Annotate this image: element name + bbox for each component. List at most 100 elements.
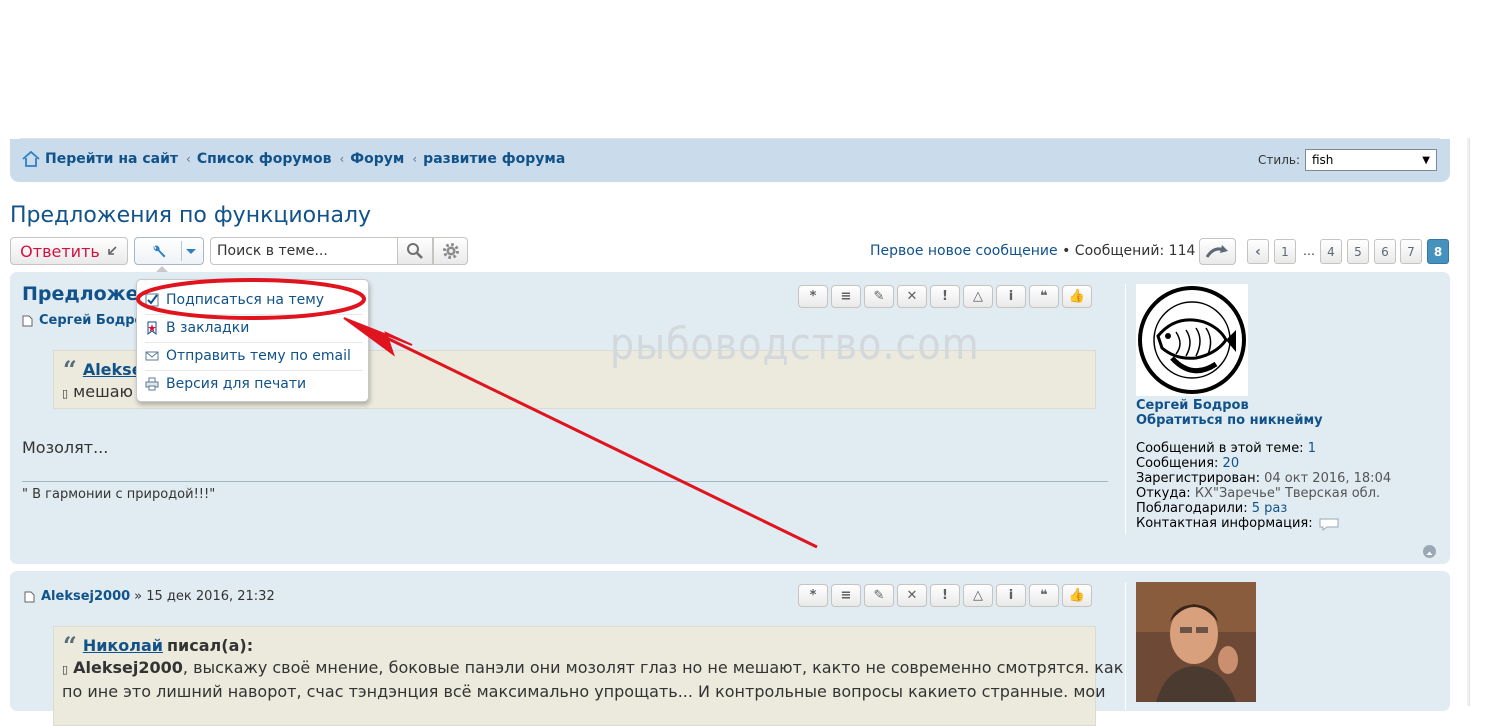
quote-author-link[interactable]: Николай	[83, 636, 163, 655]
page-ellipsis: …	[1303, 244, 1315, 258]
quote-text: ▯ мешаю	[62, 382, 133, 401]
edit-button[interactable]: ✎	[864, 584, 894, 607]
report-button[interactable]: △	[963, 285, 993, 308]
pagination-info: Первое новое сообщение • Сообщений: 114	[870, 243, 1195, 259]
back-to-top-icon[interactable]	[1423, 545, 1436, 558]
jump-arrow-icon	[1205, 245, 1228, 258]
quote-text-content: , выскажу своё мнение, боковые панэли он…	[182, 658, 1124, 677]
crumb-site[interactable]: Перейти на сайт	[45, 151, 178, 167]
post-icon[interactable]	[24, 591, 35, 603]
page-edge	[1469, 138, 1470, 706]
topic-tools-button[interactable]	[134, 237, 204, 273]
profile-username[interactable]: Сергей Бодров	[1136, 398, 1249, 413]
stat-label: Сообщения:	[1136, 456, 1219, 471]
quote-mention: Aleksej2000	[73, 658, 183, 677]
jump-to-page-button[interactable]	[1199, 238, 1236, 265]
advanced-search-button[interactable]	[433, 237, 468, 265]
avatar[interactable]	[1136, 284, 1248, 396]
page-1-button[interactable]: 1	[1274, 239, 1296, 264]
stat-label: Поблагодарили:	[1136, 501, 1248, 516]
delete-button[interactable]: ✕	[897, 285, 927, 308]
report-list-button[interactable]: ≡	[831, 285, 861, 308]
crumb-separator: ‹	[339, 152, 345, 166]
print-version-item[interactable]: Версия для печати	[145, 370, 363, 398]
stat-value: 04 окт 2016, 18:04	[1264, 471, 1392, 486]
printer-icon	[145, 377, 159, 391]
quote-button[interactable]: ❝	[1029, 584, 1059, 607]
thanks-star-button[interactable]: *	[798, 584, 828, 607]
warn-button[interactable]: !	[930, 285, 960, 308]
button-divider	[181, 241, 182, 261]
stat-label: Контактная информация:	[1136, 516, 1313, 531]
profile-mention-link[interactable]: Обратиться по никнейму	[1136, 413, 1323, 428]
page-title[interactable]: Предложения по функционалу	[10, 203, 371, 228]
quote-author-link[interactable]: Alekse	[83, 360, 143, 379]
page-5-button[interactable]: 5	[1347, 239, 1369, 264]
first-unread-link[interactable]: Первое новое сообщение	[870, 243, 1058, 259]
quote-mark-icon: “	[63, 630, 77, 660]
delete-button[interactable]: ✕	[897, 584, 927, 607]
style-select-value: fish	[1312, 153, 1334, 167]
search-button[interactable]	[397, 237, 433, 265]
stat-row: Поблагодарили: 5 раз	[1136, 501, 1391, 516]
like-button[interactable]: 👍	[1062, 285, 1092, 308]
checkbox-checked-icon	[145, 293, 159, 307]
post-author[interactable]: Сергей Бодров	[39, 313, 152, 328]
chevron-down-icon: ▼	[1422, 154, 1430, 166]
profile-divider	[1125, 583, 1126, 711]
stat-value[interactable]: 20	[1223, 456, 1240, 471]
report-list-button[interactable]: ≡	[831, 584, 861, 607]
edit-button[interactable]: ✎	[864, 285, 894, 308]
quote-mark-icon: “	[63, 354, 77, 384]
search-icon	[407, 243, 423, 259]
chevron-left-icon: ‹	[1255, 243, 1261, 260]
print-version-label: Версия для печати	[166, 376, 307, 392]
post-title[interactable]: Предложен	[22, 283, 152, 305]
quote-block: “ Николай писал(а): ▯ Aleksej2000, выска…	[53, 626, 1123, 726]
avatar-photo-image	[1136, 582, 1256, 702]
style-select[interactable]: fish ▼	[1305, 149, 1437, 171]
info-button[interactable]: i	[996, 584, 1026, 607]
post-buttons: * ≡ ✎ ✕ ! △ i ❝ 👍	[798, 285, 1092, 308]
page-4-button[interactable]: 4	[1320, 239, 1342, 264]
navbar: Перейти на сайт ‹ Список форумов ‹ Форум…	[10, 139, 1450, 182]
topic-search-input[interactable]: Поиск в теме...	[210, 237, 400, 265]
post-author[interactable]: Aleksej2000	[41, 589, 130, 604]
home-icon[interactable]	[21, 150, 41, 168]
stat-row: Откуда: КХ"Заречье" Тверская обл.	[1136, 486, 1391, 501]
stat-value[interactable]: 5 раз	[1252, 501, 1288, 516]
wrench-icon	[153, 245, 166, 258]
post-icon[interactable]	[22, 315, 33, 327]
quote-text-content: мешаю	[73, 382, 133, 401]
crumb-separator: ‹	[186, 152, 191, 166]
email-topic-item[interactable]: Отправить тему по email	[145, 342, 363, 370]
contact-bubble-icon[interactable]	[1318, 517, 1340, 531]
quote-header: “ Alekse	[63, 354, 147, 384]
post: Aleksej2000 » 15 дек 2016, 21:32 * ≡ ✎ ✕…	[10, 571, 1450, 726]
quote-text-line: ▯ Aleksej2000, выскажу своё мнение, боко…	[62, 658, 1123, 677]
bookmark-item[interactable]: В закладки	[145, 314, 363, 342]
style-switcher: Стиль: fish ▼	[1258, 149, 1437, 171]
warn-button[interactable]: !	[930, 584, 960, 607]
stat-row: Зарегистрирован: 04 окт 2016, 18:04	[1136, 471, 1391, 486]
page-7-button[interactable]: 7	[1400, 239, 1422, 264]
stat-label: Откуда:	[1136, 486, 1191, 501]
crumb-forum[interactable]: Форум	[350, 151, 404, 167]
info-button[interactable]: i	[996, 285, 1026, 308]
thanks-star-button[interactable]: *	[798, 285, 828, 308]
like-button[interactable]: 👍	[1062, 584, 1092, 607]
topic-tools-dropdown: Подписаться на тему В закладки Отправить…	[136, 279, 369, 402]
reply-arrow-icon	[108, 246, 117, 255]
crumb-forum-list[interactable]: Список форумов	[197, 151, 332, 167]
crumb-subforum[interactable]: развитие форума	[423, 151, 565, 167]
profile-stats: Сообщений в этой теме: 1 Сообщения: 20 З…	[1136, 441, 1391, 531]
post-author-line: Aleksej2000 » 15 дек 2016, 21:32	[24, 589, 275, 604]
report-button[interactable]: △	[963, 584, 993, 607]
subscribe-topic-item[interactable]: Подписаться на тему	[145, 286, 363, 314]
reply-button[interactable]: Ответить	[10, 237, 128, 265]
prev-page-button[interactable]: ‹	[1247, 239, 1269, 264]
quote-button[interactable]: ❝	[1029, 285, 1059, 308]
page-6-button[interactable]: 6	[1374, 239, 1396, 264]
avatar[interactable]	[1136, 582, 1256, 702]
stat-value[interactable]: 1	[1308, 441, 1316, 456]
